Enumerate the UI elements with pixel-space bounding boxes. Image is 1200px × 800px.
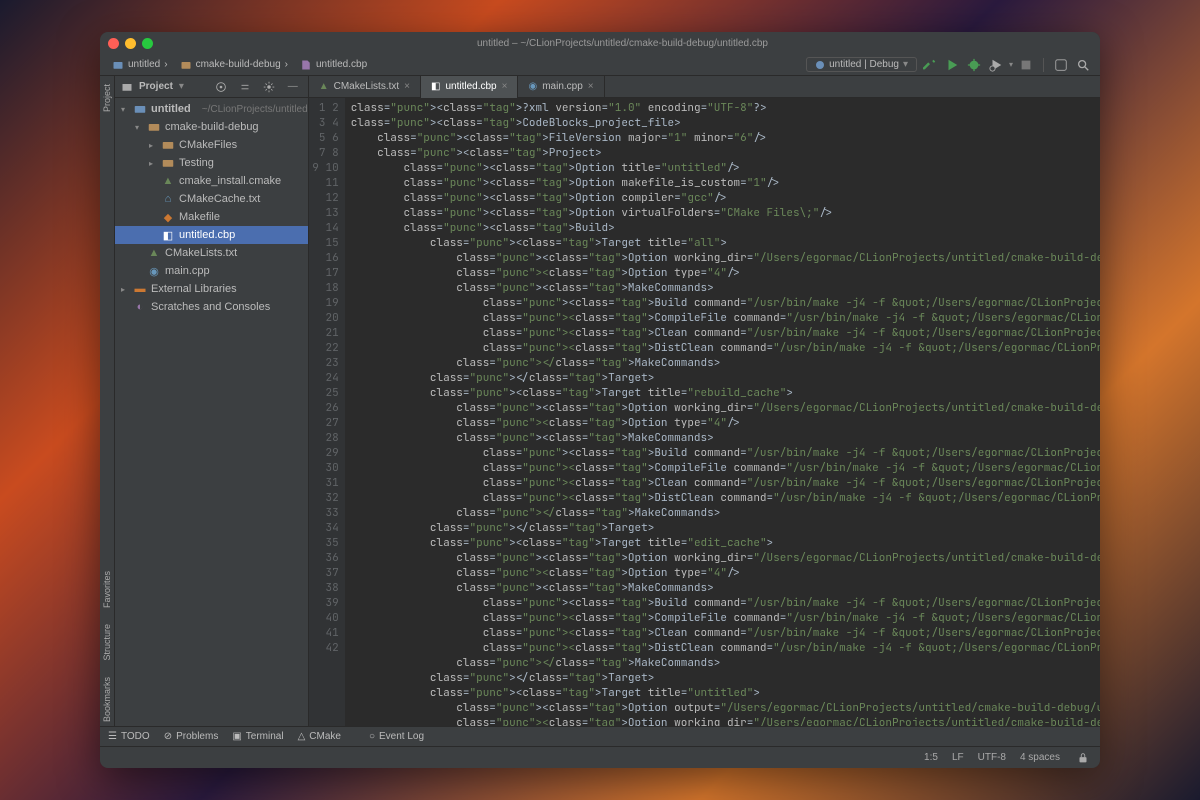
tree-file[interactable]: ◉main.cpp [115,262,308,280]
breadcrumb[interactable]: untitled › [108,57,172,73]
project-tree: ▾untitled ~/CLionProjects/untitled ▾cmak… [115,98,308,726]
editor-tab[interactable]: ▲CMakeLists.txt× [309,76,421,98]
tree-file[interactable]: ⌂CMakeCache.txt [115,190,308,208]
editor-tab-active[interactable]: ◧untitled.cbp× [421,76,518,98]
breadcrumb[interactable]: untitled.cbp [296,57,371,73]
expand-all-icon[interactable] [236,78,254,96]
search-icon[interactable] [1074,56,1092,74]
terminal-tool[interactable]: ▣ Terminal [232,731,283,742]
project-tool-tab[interactable]: Project [100,80,114,116]
window-title: untitled – ~/CLionProjects/untitled/cmak… [153,38,1092,49]
cmake-tool[interactable]: △ CMake [298,731,341,742]
select-opened-file-icon[interactable] [212,78,230,96]
debug-icon[interactable] [965,56,983,74]
editor-tab[interactable]: ◉main.cpp× [518,76,604,98]
project-sidebar: Project ▾ — ▾untitled ~/CLionProjects/un… [115,76,309,726]
editor-tabs: ▲CMakeLists.txt× ◧untitled.cbp× ◉main.cp… [309,76,1100,98]
sidebar-title: Project [139,81,173,92]
window-controls [108,38,153,49]
line-separator[interactable]: LF [952,752,964,763]
close-tab-icon[interactable]: × [588,81,594,92]
tree-folder[interactable]: ▸Testing [115,154,308,172]
close-window[interactable] [108,38,119,49]
close-tab-icon[interactable]: × [404,81,410,92]
breadcrumb[interactable]: cmake-build-debug › [176,57,292,73]
tree-folder[interactable]: ▾cmake-build-debug [115,118,308,136]
file-encoding[interactable]: UTF-8 [978,752,1006,763]
code-content[interactable]: class="punc"><class="tag">?xml version="… [345,98,1100,726]
tree-file[interactable]: ▲CMakeLists.txt [115,244,308,262]
favorites-tool-tab[interactable]: Favorites [100,567,114,612]
event-log[interactable]: ○ Event Log [369,731,424,742]
tree-file-selected[interactable]: ◧untitled.cbp [115,226,308,244]
bookmarks-tool-tab[interactable]: Bookmarks [100,673,114,726]
structure-tool-tab[interactable]: Structure [100,620,114,665]
run-icon[interactable] [943,56,961,74]
sidebar-header: Project ▾ — [115,76,308,98]
caret-position[interactable]: 1:5 [924,752,938,763]
settings-gear-icon[interactable] [260,78,278,96]
problems-tool[interactable]: ⊘ Problems [164,731,219,742]
stop-icon[interactable] [1017,56,1035,74]
editor-area: ▲CMakeLists.txt× ◧untitled.cbp× ◉main.cp… [309,76,1100,726]
tree-external-libraries[interactable]: ▸▬External Libraries [115,280,308,298]
build-icon[interactable] [921,56,939,74]
run-with-coverage-icon[interactable] [987,56,1005,74]
navigation-bar: untitled › cmake-build-debug › untitled.… [100,54,1100,76]
run-configuration-selector[interactable]: untitled | Debug ▾ [806,57,917,72]
tree-root[interactable]: ▾untitled ~/CLionProjects/untitled [115,100,308,118]
close-tab-icon[interactable]: × [502,81,508,92]
minimize-window[interactable] [125,38,136,49]
lock-icon[interactable] [1074,749,1092,767]
ide-window: untitled – ~/CLionProjects/untitled/cmak… [100,32,1100,768]
tree-scratches[interactable]: ◐Scratches and Consoles [115,298,308,316]
left-tool-stripe: Project Favorites Structure Bookmarks [100,76,115,726]
indent-settings[interactable]: 4 spaces [1020,752,1060,763]
tree-file[interactable]: ▲cmake_install.cmake [115,172,308,190]
todo-tool[interactable]: ☰ TODO [108,731,150,742]
hide-icon[interactable]: — [284,78,302,96]
tree-folder[interactable]: ▸CMakeFiles [115,136,308,154]
titlebar: untitled – ~/CLionProjects/untitled/cmak… [100,32,1100,54]
code-editor[interactable]: 1 2 3 4 5 6 7 8 9 10 11 12 13 14 15 16 1… [309,98,1100,726]
status-bar: 1:5 LF UTF-8 4 spaces [100,746,1100,768]
git-icon[interactable] [1052,56,1070,74]
maximize-window[interactable] [142,38,153,49]
tool-window-bar: ☰ TODO ⊘ Problems ▣ Terminal △ CMake ○ E… [100,726,1100,746]
line-gutter: 1 2 3 4 5 6 7 8 9 10 11 12 13 14 15 16 1… [309,98,345,726]
tree-file[interactable]: ◆Makefile [115,208,308,226]
